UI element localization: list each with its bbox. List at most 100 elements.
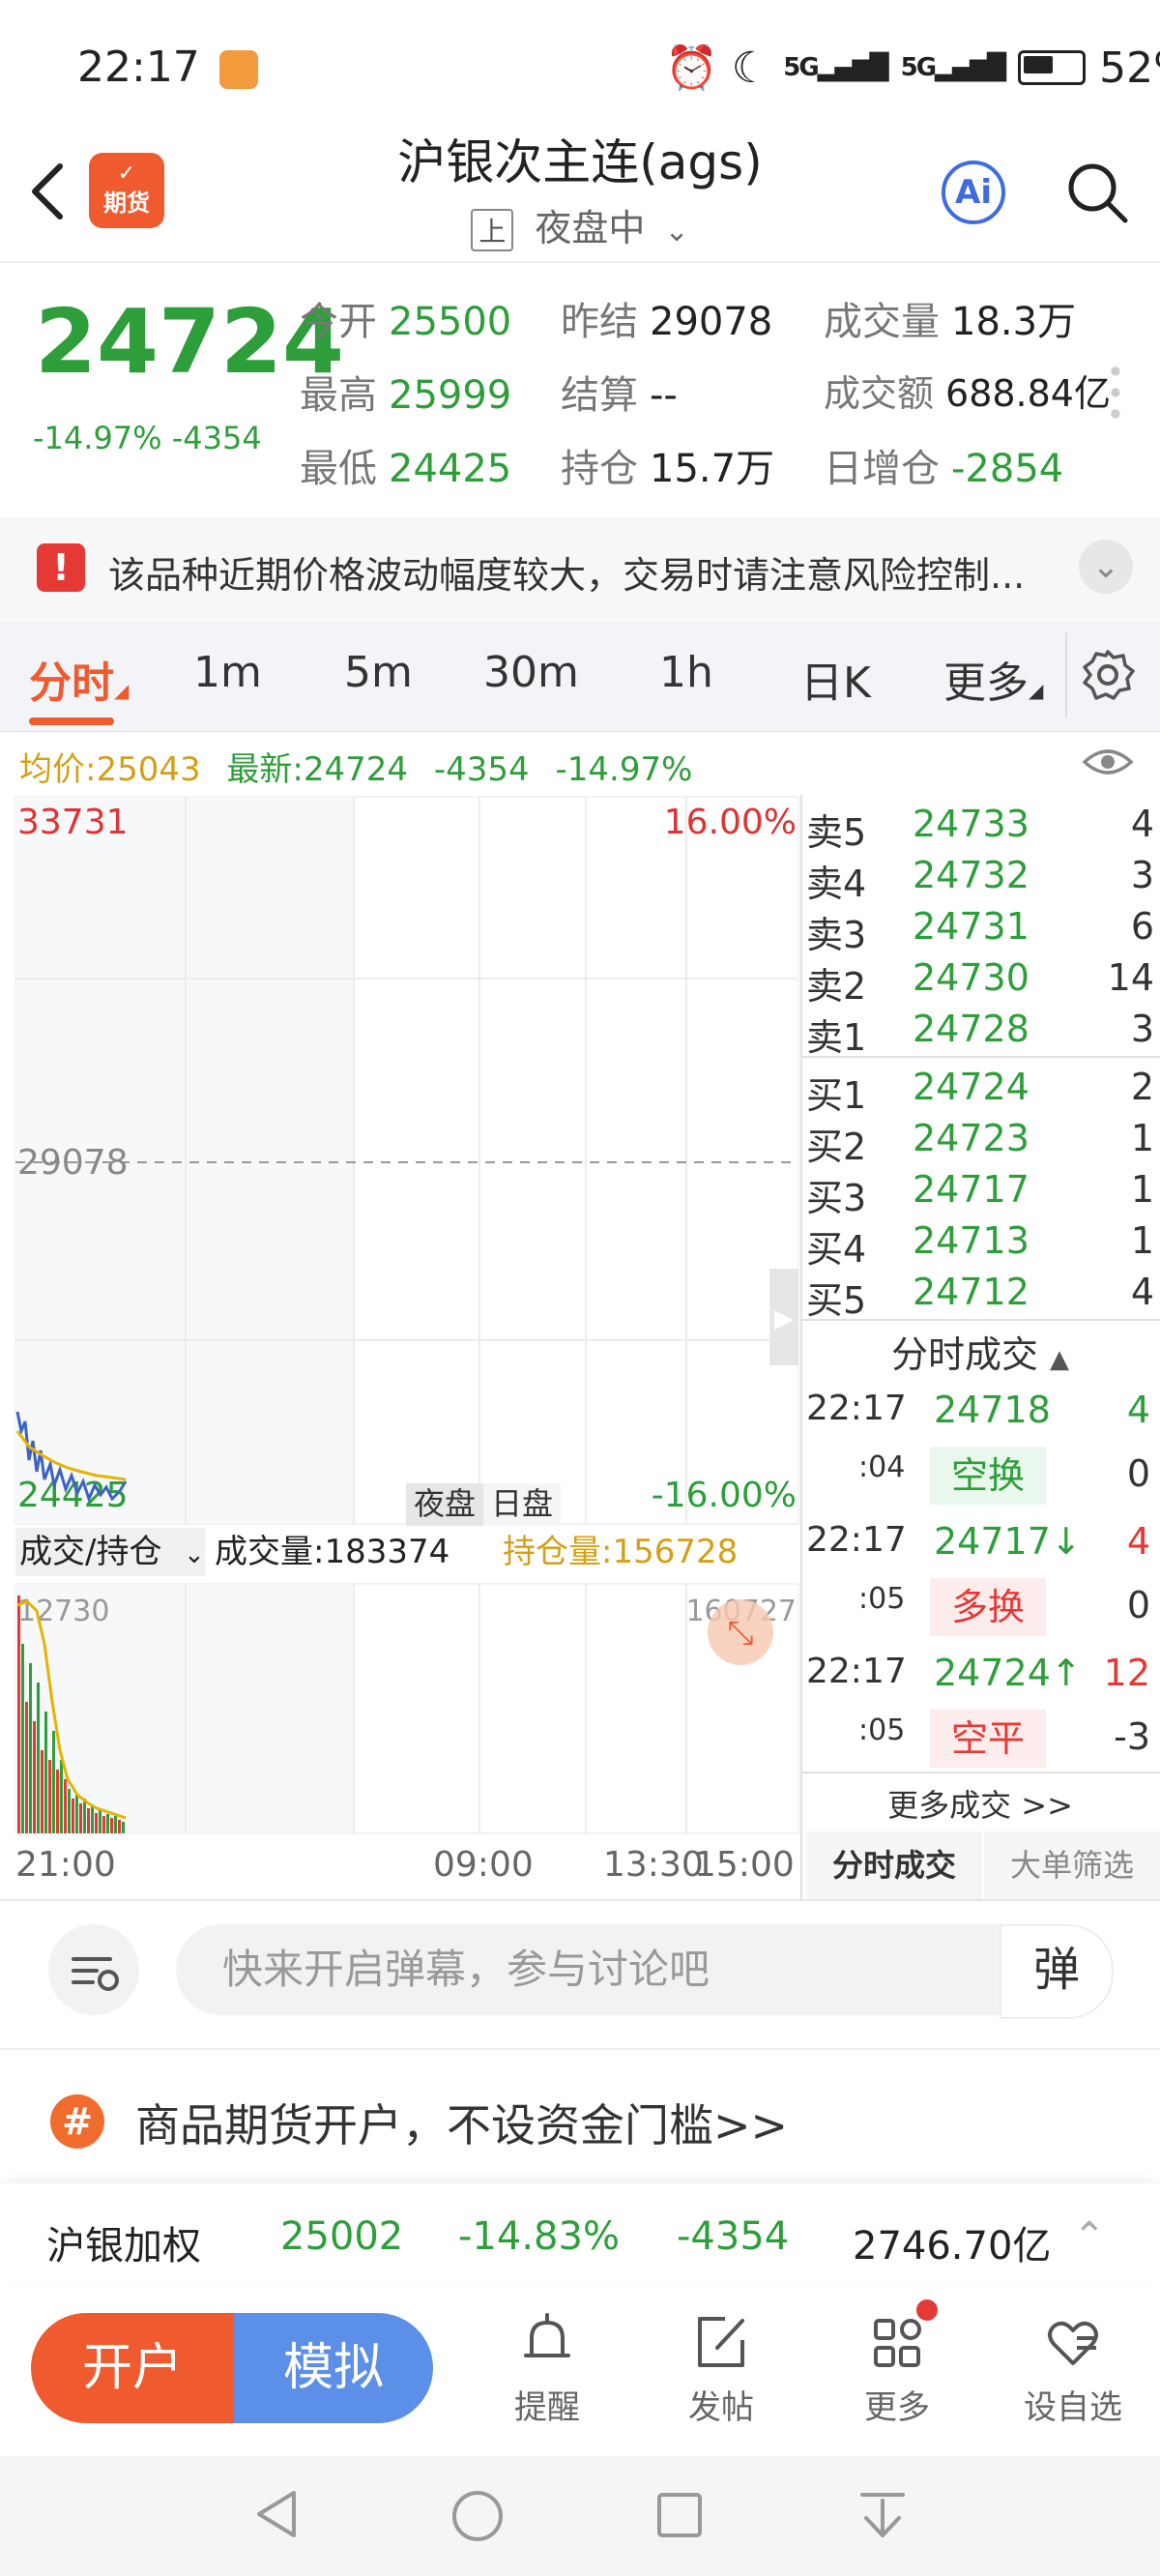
system-back-icon[interactable]	[251, 2487, 300, 2541]
vol-selector[interactable]: 成交/持仓	[19, 1533, 161, 1571]
trade-type-value: 0	[1126, 1452, 1150, 1495]
tab-more[interactable]: 更多◢	[943, 648, 1043, 710]
pct-top-label: 16.00%	[664, 803, 797, 842]
trade-time: 22:17	[806, 1389, 907, 1428]
weighted-pct: -14.83%	[458, 2214, 620, 2259]
nav-remind[interactable]: 提醒	[479, 2311, 615, 2428]
trade-type-value: -3	[1114, 1715, 1150, 1758]
divider	[0, 1899, 1160, 1901]
trade-volume: 4	[1126, 1389, 1150, 1431]
chevron-up-icon[interactable]: ⌃	[1073, 2214, 1106, 2259]
simulate-button[interactable]: 模拟	[234, 2313, 433, 2423]
x-label-2100: 21:00	[15, 1845, 116, 1885]
battery-percent: 52%	[1099, 43, 1160, 93]
system-recents-icon[interactable]	[655, 2491, 704, 2539]
trade-seconds: :05	[858, 1713, 906, 1747]
trade-type: 多换	[930, 1578, 1046, 1636]
system-dropdown-icon[interactable]	[858, 2489, 907, 2543]
danmu-input[interactable]: 快来开启弹幕，参与讨论吧	[176, 1924, 1110, 2015]
expand-chevron-icon[interactable]: ⌄	[1079, 540, 1133, 594]
notification-dot	[916, 2299, 938, 2321]
warning-icon: !	[37, 543, 85, 592]
trade-time: 22:17	[806, 1520, 907, 1560]
expand-icon: ⤡	[727, 1614, 753, 1653]
nav-post[interactable]: 发帖	[653, 2311, 789, 2428]
tab-divider	[1065, 632, 1067, 717]
nav-remind-label: 提醒	[514, 2388, 580, 2427]
status-icons: ⏰ ☾ 5G▂▄▆█ 5G▂▄▆█ 52%	[665, 43, 1160, 94]
chevron-right-icon: ▶	[774, 1304, 794, 1333]
weighted-price: 25002	[280, 2214, 404, 2259]
danmu-settings-icon	[72, 1957, 119, 1991]
open-account-button[interactable]: 开户	[31, 2313, 234, 2423]
tab-intraday[interactable]: 分时◢	[29, 648, 129, 710]
tab-large-order-filter[interactable]: 大单筛选	[984, 1831, 1160, 1899]
trade-price: 24717↓	[934, 1520, 1082, 1563]
tab-30m[interactable]: 30m	[483, 648, 579, 697]
latest-price-label: 最新:24724	[226, 750, 409, 789]
x-label-1500: 15:00	[694, 1845, 795, 1885]
bid-row: 买2 24723 1	[806, 1117, 1154, 1168]
legend-percent: -14.97%	[555, 750, 693, 789]
promo-link[interactable]: 商品期货开户，不设资金门槛>>	[135, 2091, 788, 2154]
battery-icon	[1018, 50, 1087, 85]
last-price: 24724	[35, 290, 345, 394]
more-trades-link[interactable]: 更多成交 >>	[806, 1781, 1154, 1826]
tab-1m[interactable]: 1m	[193, 648, 262, 697]
trade-seconds: :05	[858, 1582, 906, 1616]
triangle-up-icon: ▲	[1050, 1345, 1070, 1374]
avg-price-label: 均价:25043	[19, 750, 201, 789]
bid-row: 买4 24713 1	[806, 1219, 1154, 1271]
quote-low: 最低 24425	[300, 447, 512, 491]
quote-oi-change: 日增仓 -2854	[824, 447, 1064, 491]
trade-price: 24718	[934, 1389, 1051, 1431]
trades-title[interactable]: 分时成交 ▲	[806, 1325, 1154, 1378]
more-vertical-icon[interactable]: ● ● ●	[1110, 360, 1121, 424]
night-session-label: 夜盘	[414, 1485, 476, 1522]
nav-add-watchlist[interactable]: 设自选	[1005, 2311, 1141, 2428]
gear-icon[interactable]	[1079, 646, 1137, 704]
hashtag-icon: #	[50, 2094, 104, 2149]
risk-notice-text: 该品种近期价格波动幅度较大，交易时请注意风险控制...	[108, 554, 1026, 597]
ask-row: 卖2 24730 14	[806, 956, 1154, 1008]
x-label-0900: 09:00	[433, 1845, 534, 1885]
weighted-amount: 2746.70亿	[853, 2224, 1052, 2269]
quote-open-interest: 持仓 15.7万	[561, 447, 775, 491]
orderbook-divider	[800, 795, 802, 1899]
ask-row: 卖1 24728 3	[806, 1008, 1154, 1059]
trades-separator	[800, 1771, 1160, 1773]
intraday-chart[interactable]: 33731 16.00% 29078 24425 -16.00% 夜盘 日盘 ▶…	[0, 793, 802, 1900]
chevron-down-icon: ⌄	[184, 1540, 205, 1569]
alarm-icon: ⏰	[665, 44, 718, 93]
trade-seconds: :04	[858, 1450, 906, 1484]
system-home-icon[interactable]	[450, 2489, 505, 2543]
signal-icon: 5G▂▄▆█	[900, 53, 1006, 82]
quote-high: 最高 25999	[300, 373, 512, 418]
ai-button[interactable]: Ai	[942, 161, 1005, 224]
danmu-settings-button[interactable]	[48, 1924, 139, 2015]
nav-more[interactable]: 更多	[829, 2311, 965, 2428]
y-mid-label: 29078	[17, 1143, 129, 1183]
x-label-1330: 13:30	[603, 1845, 704, 1885]
eye-icon[interactable]	[1081, 743, 1135, 781]
trade-type-value: 0	[1126, 1584, 1150, 1626]
bell-icon	[524, 2313, 570, 2357]
chevron-down-icon: ⌄	[664, 215, 689, 249]
volume-label: 成交量:183374	[215, 1533, 450, 1571]
tab-intraday-trades[interactable]: 分时成交	[806, 1831, 982, 1899]
session-status: 夜盘中	[535, 207, 646, 249]
trade-time: 22:17	[806, 1652, 907, 1691]
legend-change: -4354	[433, 750, 530, 789]
pct-low-label: -16.00%	[652, 1476, 797, 1515]
quote-settle: 结算 --	[561, 373, 678, 418]
tab-daily[interactable]: 日K	[800, 648, 871, 710]
chart-legend: 均价:25043 最新:24724 -4354 -14.97%	[19, 743, 692, 790]
trade-volume: 12	[1103, 1652, 1150, 1694]
tab-1h[interactable]: 1h	[659, 648, 713, 697]
danmu-toggle-button[interactable]: 弹	[1000, 1924, 1114, 2019]
ask-row: 卖3 24731 6	[806, 905, 1154, 956]
tab-5m[interactable]: 5m	[344, 648, 413, 697]
search-icon[interactable]	[1063, 159, 1131, 226]
app-notification-icon	[218, 50, 258, 89]
moon-icon: ☾	[731, 43, 770, 93]
